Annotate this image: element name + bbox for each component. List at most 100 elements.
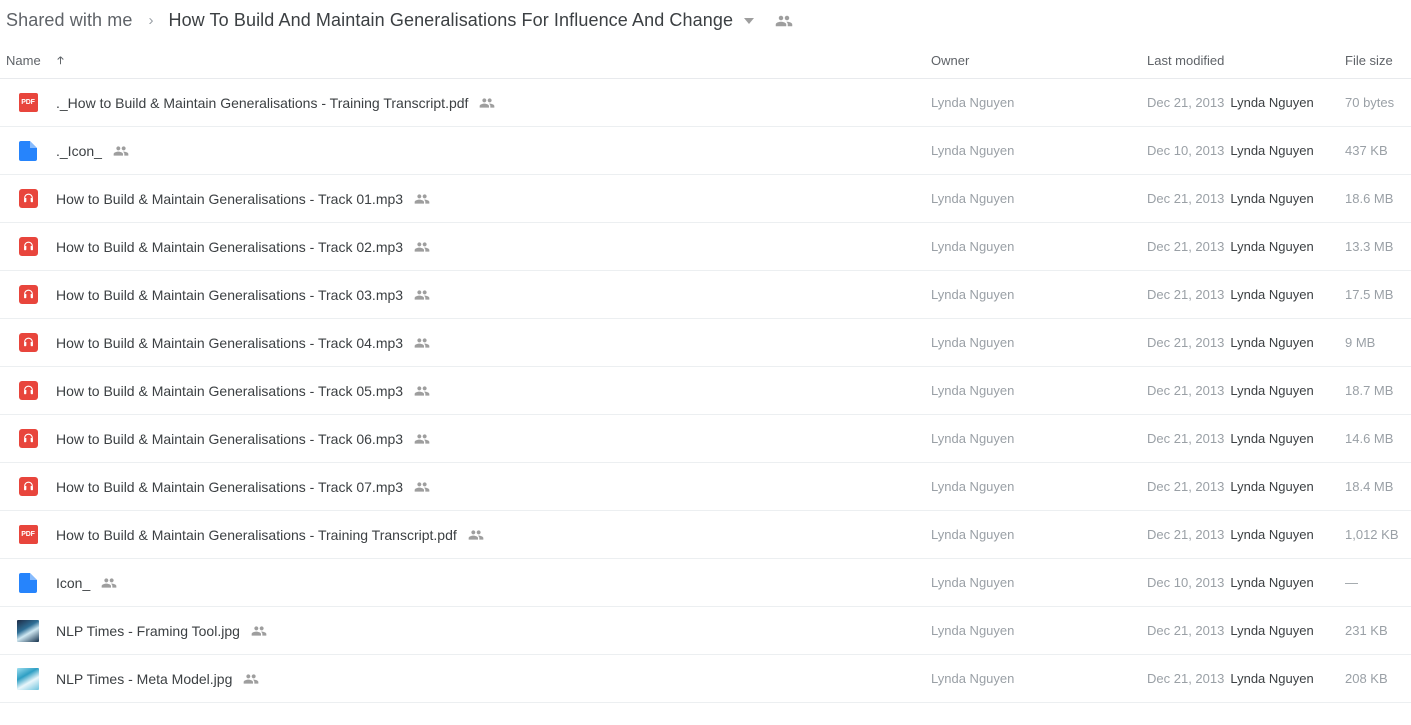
file-name-cell[interactable]: How to Build & Maintain Generalisations … [16,367,430,414]
last-modified-by: Lynda Nguyen [1230,143,1314,158]
shared-people-icon [113,143,129,159]
file-name-cell[interactable]: Icon_ [16,559,117,606]
table-row[interactable]: How to Build & Maintain Generalisations … [0,175,1411,223]
audio-file-icon [16,427,40,451]
last-modified-by: Lynda Nguyen [1230,479,1314,494]
file-owner-cell: Lynda Nguyen [931,575,1015,590]
last-modified-date: Dec 21, 2013 [1147,431,1225,446]
last-modified-date: Dec 21, 2013 [1147,623,1225,638]
file-name-cell[interactable]: ._Icon_ [16,127,129,174]
arrow-up-icon [54,54,67,67]
file-name-label: How to Build & Maintain Generalisations … [56,478,404,495]
table-row[interactable]: How to Build & Maintain Generalisations … [0,271,1411,319]
file-name-cell[interactable]: How to Build & Maintain Generalisations … [16,319,430,366]
file-name-label: How to Build & Maintain Generalisations … [56,238,404,255]
file-name-label: ._How to Build & Maintain Generalisation… [56,94,469,111]
last-modified-date: Dec 21, 2013 [1147,191,1225,206]
file-owner-cell: Lynda Nguyen [931,239,1015,254]
breadcrumb: Shared with me › How To Build And Mainta… [0,0,1411,41]
image-thumbnail [16,667,40,691]
last-modified-by: Lynda Nguyen [1230,671,1314,686]
file-size-cell: 17.5 MB [1345,287,1394,302]
last-modified-by: Lynda Nguyen [1230,95,1314,110]
last-modified-by: Lynda Nguyen [1230,383,1314,398]
file-name-label: How to Build & Maintain Generalisations … [56,526,457,543]
table-row[interactable]: NLP Times - Meta Model.jpg Lynda Nguyen De… [0,655,1411,703]
last-modified-by: Lynda Nguyen [1230,623,1314,638]
file-last-modified-cell: Dec 21, 2013 Lynda Nguyen [1147,79,1314,126]
table-row[interactable]: How to Build & Maintain Generalisations … [0,463,1411,511]
file-last-modified-cell: Dec 21, 2013 Lynda Nguyen [1147,655,1314,702]
table-row[interactable]: ._Icon_ Lynda Nguyen Dec 10, 2013 Lynda Ngu… [0,127,1411,175]
file-name-cell[interactable]: PDF ._How to Build & Maintain Generalisat… [16,79,495,126]
file-owner-cell: Lynda Nguyen [931,191,1015,206]
last-modified-date: Dec 10, 2013 [1147,575,1225,590]
last-modified-date: Dec 21, 2013 [1147,479,1225,494]
file-name-label: How to Build & Maintain Generalisations … [56,382,404,399]
file-owner-cell: Lynda Nguyen [931,95,1015,110]
file-name-cell[interactable]: How to Build & Maintain Generalisations … [16,175,430,222]
table-row[interactable]: How to Build & Maintain Generalisations … [0,223,1411,271]
file-name-cell[interactable]: How to Build & Maintain Generalisations … [16,223,430,270]
file-owner-cell: Lynda Nguyen [931,143,1015,158]
breadcrumb-separator: › [148,12,154,29]
generic-file-icon [16,139,40,163]
last-modified-by: Lynda Nguyen [1230,527,1314,542]
table-row[interactable]: Icon_ Lynda Nguyen Dec 10, 2013 Lynda Nguye… [0,559,1411,607]
column-header-last-modified[interactable]: Last modified [1147,53,1224,68]
last-modified-date: Dec 21, 2013 [1147,335,1225,350]
file-owner-cell: Lynda Nguyen [931,431,1015,446]
file-name-label: How to Build & Maintain Generalisations … [56,190,404,207]
file-size-cell: 1,012 KB [1345,527,1399,542]
file-name-label: How to Build & Maintain Generalisations … [56,286,404,303]
file-size-cell: — [1345,575,1358,590]
table-row[interactable]: NLP Times - Framing Tool.jpg Lynda Nguyen… [0,607,1411,655]
file-name-cell[interactable]: How to Build & Maintain Generalisations … [16,463,430,510]
file-name-label: Icon_ [56,574,91,591]
shared-people-icon [101,575,117,591]
audio-file-icon [16,235,40,259]
file-size-cell: 18.6 MB [1345,191,1394,206]
last-modified-date: Dec 21, 2013 [1147,239,1225,254]
file-list: PDF ._How to Build & Maintain Generalisat… [0,79,1411,703]
file-last-modified-cell: Dec 21, 2013 Lynda Nguyen [1147,223,1314,270]
people-icon[interactable] [775,12,793,30]
chevron-down-icon[interactable] [744,17,755,24]
table-row[interactable]: PDF ._How to Build & Maintain Generalisat… [0,79,1411,127]
table-row[interactable]: How to Build & Maintain Generalisations … [0,367,1411,415]
file-last-modified-cell: Dec 21, 2013 Lynda Nguyen [1147,271,1314,318]
file-name-cell[interactable]: How to Build & Maintain Generalisations … [16,271,430,318]
file-name-label: NLP Times - Meta Model.jpg [56,670,233,687]
last-modified-by: Lynda Nguyen [1230,575,1314,590]
file-name-cell[interactable]: NLP Times - Meta Model.jpg [16,655,259,702]
table-row[interactable]: How to Build & Maintain Generalisations … [0,319,1411,367]
column-header-owner[interactable]: Owner [931,53,969,68]
table-row[interactable]: PDF How to Build & Maintain Generalisatio… [0,511,1411,559]
file-last-modified-cell: Dec 21, 2013 Lynda Nguyen [1147,607,1314,654]
pdf-file-icon: PDF [16,523,40,547]
column-header-file-size[interactable]: File size [1345,53,1393,68]
file-name-cell[interactable]: How to Build & Maintain Generalisations … [16,415,430,462]
breadcrumb-root-link[interactable]: Shared with me [6,10,132,31]
audio-file-icon [16,379,40,403]
file-last-modified-cell: Dec 21, 2013 Lynda Nguyen [1147,367,1314,414]
audio-file-icon [16,187,40,211]
shared-people-icon [414,431,430,447]
last-modified-by: Lynda Nguyen [1230,239,1314,254]
column-header-name[interactable]: Name [6,53,67,68]
last-modified-date: Dec 21, 2013 [1147,287,1225,302]
page-title: How To Build And Maintain Generalisation… [168,10,734,30]
last-modified-by: Lynda Nguyen [1230,287,1314,302]
file-name-cell[interactable]: NLP Times - Framing Tool.jpg [16,607,267,654]
column-header-row: Name Owner Last modified File size [0,41,1411,79]
file-name-cell[interactable]: PDF How to Build & Maintain Generalisatio… [16,511,484,558]
table-row[interactable]: How to Build & Maintain Generalisations … [0,415,1411,463]
file-last-modified-cell: Dec 10, 2013 Lynda Nguyen [1147,127,1314,174]
file-last-modified-cell: Dec 21, 2013 Lynda Nguyen [1147,511,1314,558]
shared-people-icon [414,479,430,495]
file-owner-cell: Lynda Nguyen [931,527,1015,542]
file-owner-cell: Lynda Nguyen [931,623,1015,638]
last-modified-date: Dec 21, 2013 [1147,671,1225,686]
shared-people-icon [468,527,484,543]
shared-people-icon [479,95,495,111]
